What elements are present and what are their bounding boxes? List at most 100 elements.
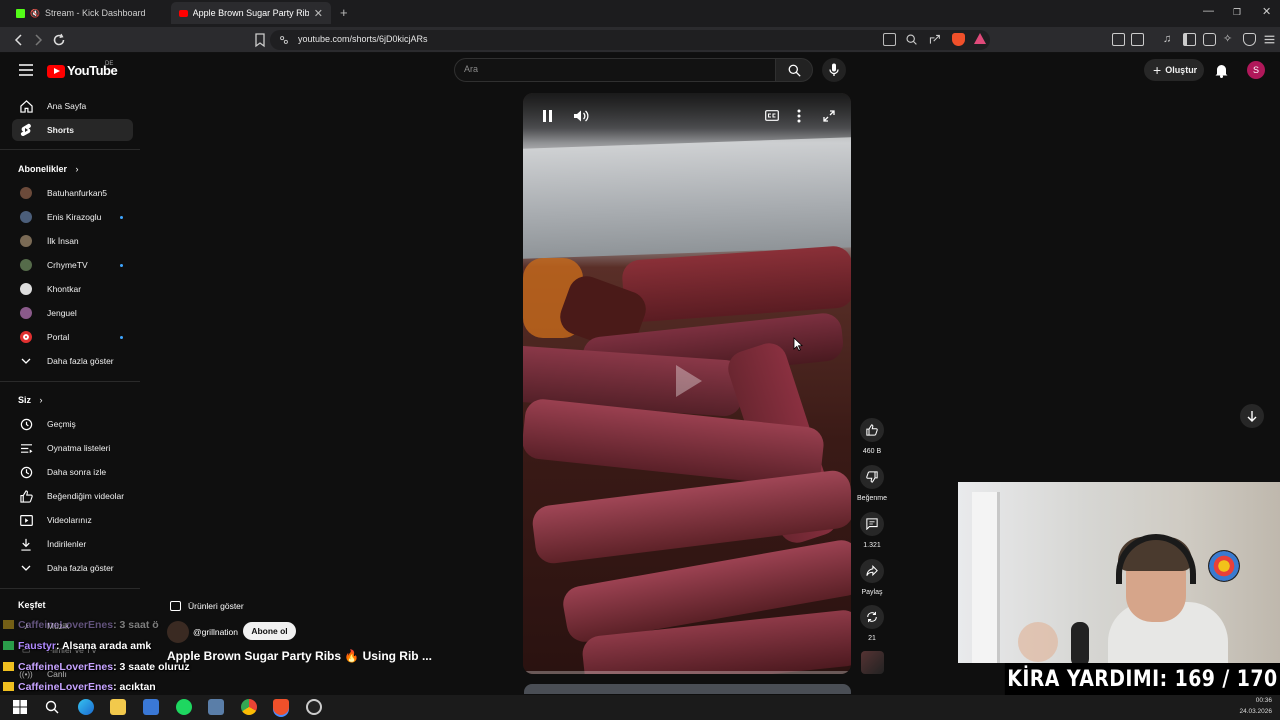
sidebar-item-label: Khontkar [47,284,82,294]
dislike-button[interactable] [860,465,884,489]
site-info-icon[interactable] [279,35,289,45]
sidebar-item-label: Jenguel [47,308,77,318]
sidebar-item-subscription[interactable]: Portal [12,326,133,348]
create-button[interactable]: + Oluştur [1144,59,1204,81]
store-icon[interactable] [143,699,159,715]
browser-menu-icon[interactable] [1263,33,1276,46]
youtube-logo-icon[interactable] [47,65,65,78]
tab-youtube-short[interactable]: Apple Brown Sugar Party Ribs 🔥 ✕ [171,2,331,24]
chevron-down-icon [21,358,31,364]
sidebar-item-subscription[interactable]: Khontkar [12,278,133,300]
mute-icon[interactable]: 🔇 [30,9,40,18]
sidebar-item-subscription[interactable]: Enis Kirazoglu [12,206,133,228]
calculator-icon[interactable] [208,699,224,715]
voice-search-button[interactable] [822,58,846,82]
chrome-icon[interactable] [241,699,257,715]
window-close-icon[interactable]: ✕ [1262,5,1271,18]
sidebar-item-your-videos[interactable]: Videolarınız [12,509,133,531]
close-icon[interactable]: ✕ [314,7,323,20]
chat-username: Faustyr [18,640,56,652]
channel-avatar[interactable] [167,621,189,643]
edge-icon[interactable] [78,699,94,715]
channel-avatar [20,259,32,271]
youtube-favicon-icon [179,9,188,17]
like-button[interactable] [860,418,884,442]
wallet-icon[interactable] [1203,33,1216,46]
tab-kick-dashboard[interactable]: 🔇 Stream - Kick Dashboard [8,2,168,24]
remix-button[interactable] [860,605,884,629]
clock-date[interactable]: 24.03.2026 [1232,708,1272,715]
chat-message: CaffeineLoverEnes: acıktan [3,681,156,693]
reload-icon[interactable] [51,32,67,48]
next-short-preview[interactable] [524,684,851,694]
obs-icon[interactable] [306,699,322,715]
account-avatar[interactable]: S [1247,61,1265,79]
progress-bar[interactable] [523,671,851,674]
search-button[interactable] [775,58,813,82]
sidebar-item-subscription[interactable]: İlk İnsan [12,230,133,252]
clock-time[interactable]: 00:36 [1252,697,1272,704]
you-heading[interactable]: Siz › [18,395,43,405]
play-overlay-icon[interactable] [676,365,702,397]
sidebar-item-subscription[interactable]: CrhymeTV [12,254,133,276]
create-label: Oluştur [1165,65,1198,75]
cast-icon[interactable] [883,33,896,46]
captions-icon[interactable] [765,110,779,121]
sidebar-item-label: Beğendiğim videolar [47,491,125,501]
minimize-icon[interactable]: — [1203,5,1214,17]
chevron-down-icon [21,565,31,571]
sidebar-item-downloads[interactable]: İndirilenler [12,533,133,555]
subscriptions-heading[interactable]: Abonelikler › [18,164,79,174]
sidebar-item-playlists[interactable]: Oynatma listeleri [12,437,133,459]
sidebar-toggle-icon[interactable] [1183,33,1196,46]
back-icon[interactable] [11,32,27,48]
chat-text: : acıktan [113,681,156,693]
share-button[interactable] [860,559,884,583]
sidebar-item-liked-videos[interactable]: Beğendiğim videolar [12,485,133,507]
url-text[interactable]: youtube.com/shorts/6jD0kicjARs [298,34,428,44]
windows-start-icon[interactable] [13,700,27,714]
sound-thumbnail[interactable] [861,651,884,674]
sidebar-item-history[interactable]: Geçmiş [12,413,133,435]
search-input[interactable] [454,58,776,82]
spotify-icon[interactable] [176,699,192,715]
notifications-bell-icon[interactable] [1215,63,1228,78]
subscribe-button[interactable]: Abone ol [243,622,296,640]
volume-icon[interactable] [573,109,589,123]
sidebar-item-subscription[interactable]: Jenguel [12,302,133,324]
file-explorer-icon[interactable] [110,699,126,715]
brave-icon[interactable] [273,699,289,715]
leo-ai-icon[interactable]: ✧ [1223,33,1236,46]
bookmark-icon[interactable] [252,32,268,48]
sidebar-item-subscription[interactable]: Batuhanfurkan5 [12,182,133,204]
comment-icon [866,518,878,530]
zoom-icon[interactable] [905,33,918,46]
search-icon[interactable] [45,700,59,714]
extensions-icon[interactable] [1112,33,1125,46]
brave-shield-icon[interactable] [952,33,965,46]
shorts-video-player[interactable] [523,93,851,674]
brave-rewards-icon[interactable] [974,33,986,44]
products-label: Ürünleri göster [188,601,244,611]
show-more-you[interactable]: Daha fazla göster [12,557,133,579]
sidebar-item-watch-later[interactable]: Daha sonra izle [12,461,133,483]
channel-handle[interactable]: @grillnation [193,627,238,637]
show-more-subscriptions[interactable]: Daha fazla göster [12,350,133,372]
pause-icon[interactable] [541,109,554,123]
forward-icon[interactable] [30,32,46,48]
comments-button[interactable] [860,512,884,536]
media-control-icon[interactable]: ♫ [1163,33,1176,46]
show-products-button[interactable]: Ürünleri göster [170,598,244,614]
new-tab-icon[interactable]: + [340,5,348,20]
hamburger-menu-icon[interactable] [19,64,33,76]
reading-list-icon[interactable] [1131,33,1144,46]
share-page-icon[interactable] [928,33,941,46]
next-short-button[interactable] [1240,404,1264,428]
rent-goal-banner: KİRA YARDIMI: 169 / 170 [1004,663,1280,695]
vpn-icon[interactable] [1243,33,1256,46]
sidebar-item-home[interactable]: Ana Sayfa [12,95,133,117]
restore-icon[interactable]: ❐ [1233,7,1241,18]
fullscreen-icon[interactable] [823,110,835,122]
more-options-icon[interactable] [797,109,801,123]
sidebar-item-shorts[interactable]: Shorts [12,119,133,141]
